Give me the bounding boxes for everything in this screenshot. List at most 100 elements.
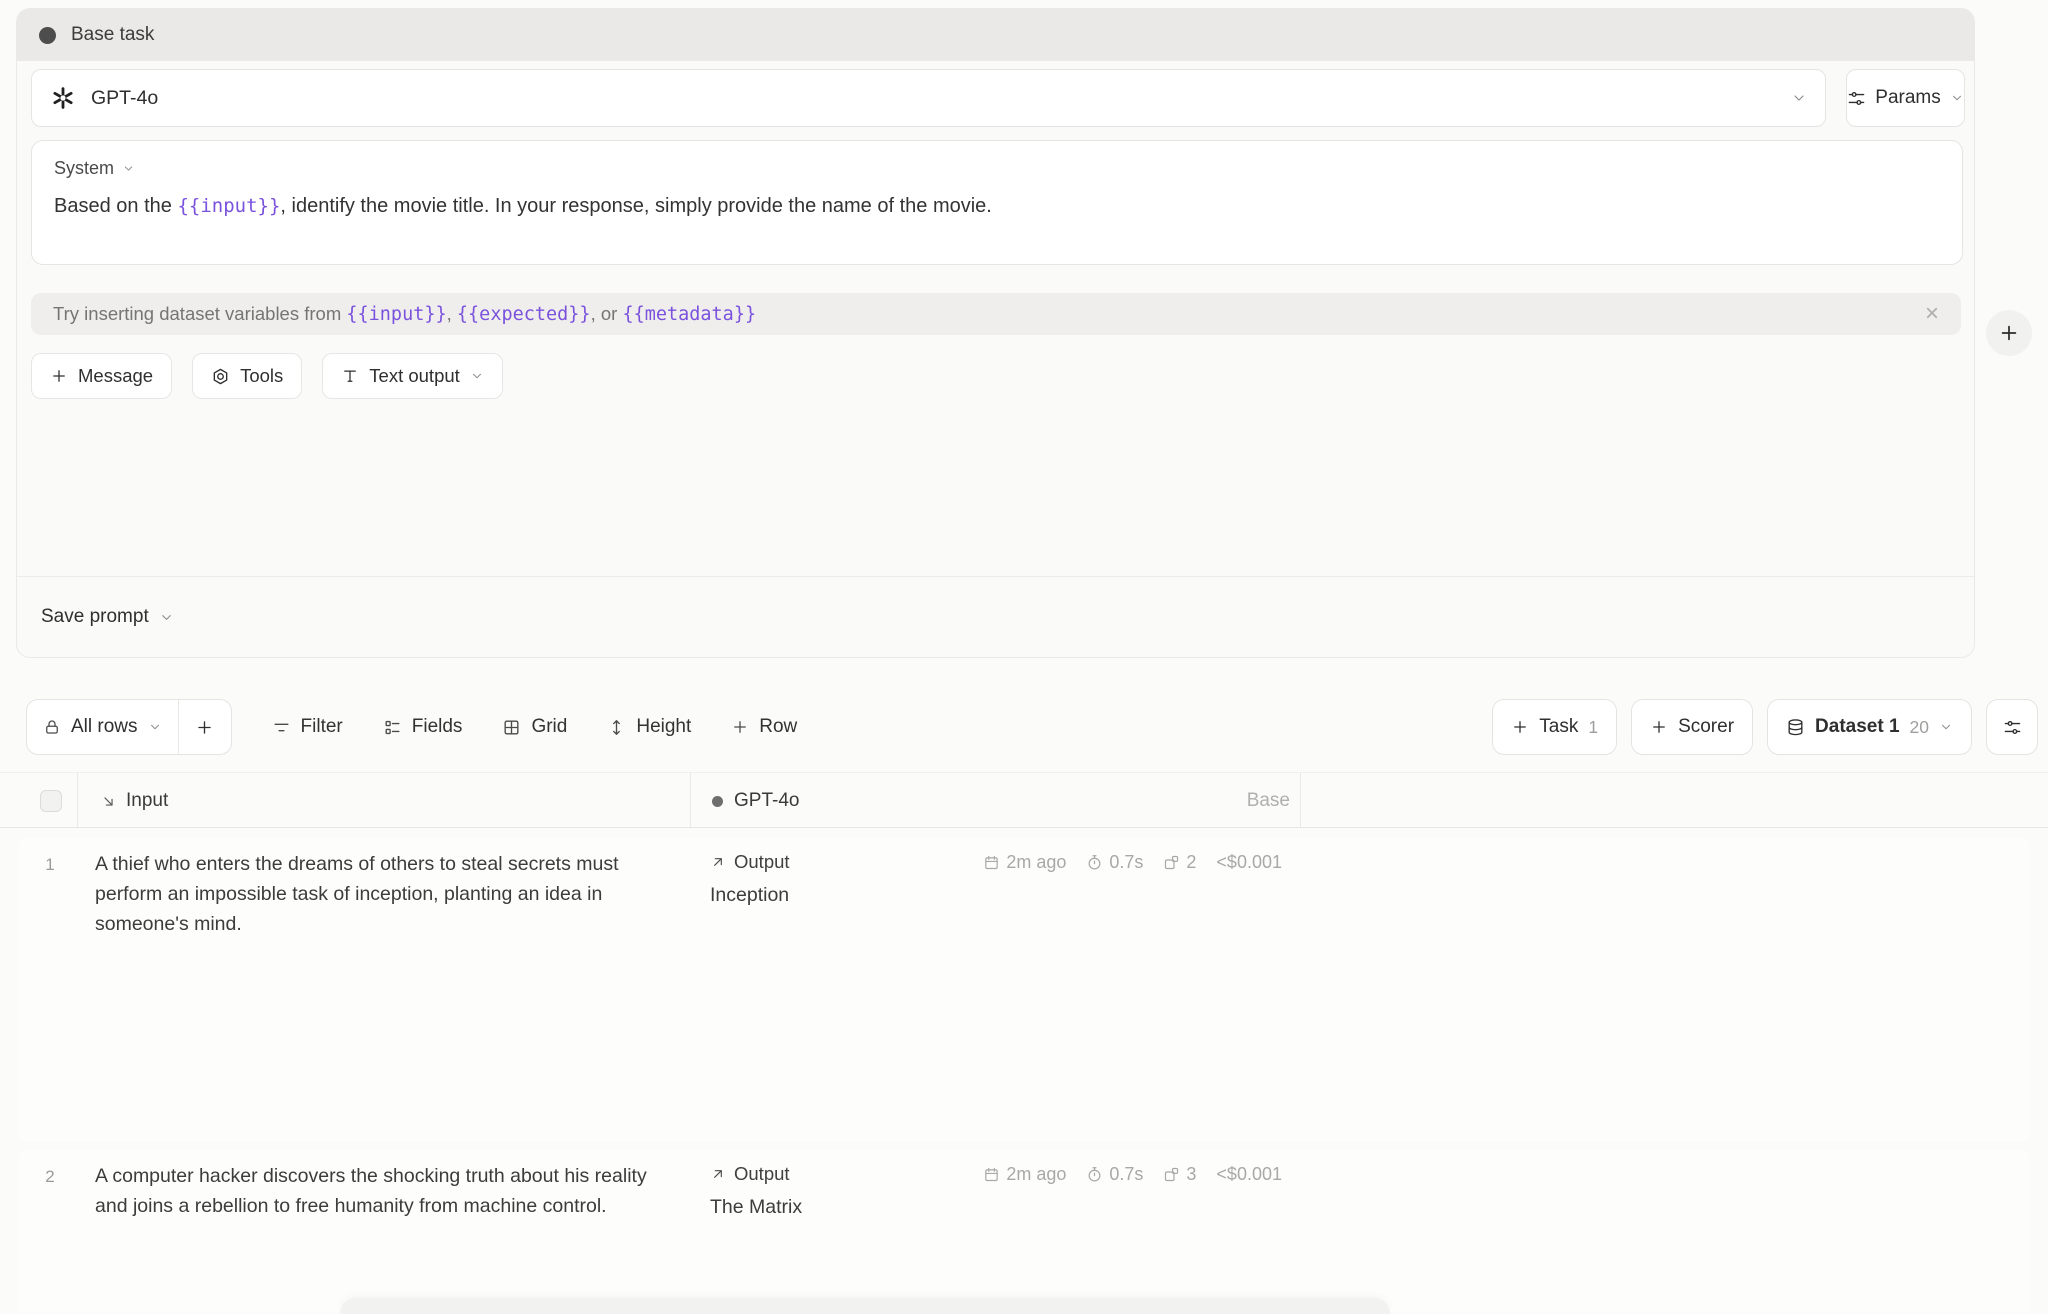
banner-text: Try inserting dataset variables from xyxy=(53,303,346,324)
model-name: GPT-4o xyxy=(91,87,158,110)
base-badge: Base xyxy=(1160,773,1290,829)
fields-button[interactable]: Fields xyxy=(383,716,463,738)
height-button[interactable]: Height xyxy=(607,716,691,738)
output-text: The Matrix xyxy=(710,1196,1282,1219)
grid-settings-button[interactable] xyxy=(1986,699,2038,755)
save-prompt-button[interactable]: Save prompt xyxy=(41,606,149,628)
table-row[interactable]: 1 A thief who enters the dreams of other… xyxy=(18,838,2030,1142)
filter-label: Filter xyxy=(301,716,343,738)
input-cell[interactable]: A thief who enters the dreams of others … xyxy=(95,849,680,939)
divider xyxy=(690,773,691,827)
height-label: Height xyxy=(636,716,691,738)
timestamp: 2m ago xyxy=(983,1164,1066,1185)
input-column-label: Input xyxy=(126,790,168,812)
prompt-variable: {{input}} xyxy=(177,195,280,217)
chevron-down-icon[interactable] xyxy=(159,610,174,625)
base-task-panel: Base task GPT-4o Params System xyxy=(16,8,1975,658)
database-icon xyxy=(1786,718,1805,737)
text-output-label: Text output xyxy=(369,365,460,387)
system-message-card[interactable]: System Based on the {{input}}, identify … xyxy=(31,140,1963,265)
grid-button[interactable]: Grid xyxy=(502,716,567,738)
tools-label: Tools xyxy=(240,365,283,387)
add-message-label: Message xyxy=(78,365,153,387)
row-number: 1 xyxy=(38,855,62,875)
output-cell[interactable]: Output 2m ago 0.7s 3 <$0.001 The Matrix xyxy=(710,1163,1282,1219)
fields-icon xyxy=(383,718,402,737)
column-header-model[interactable]: GPT-4o xyxy=(712,773,799,829)
output-label-group: Output xyxy=(710,851,790,873)
stopwatch-icon xyxy=(1086,1166,1103,1183)
chevron-down-icon xyxy=(1939,720,1953,734)
row-number: 2 xyxy=(38,1167,62,1187)
add-scorer-button[interactable]: Scorer xyxy=(1631,699,1753,755)
text-output-button[interactable]: Text output xyxy=(322,353,503,399)
tokens-icon xyxy=(1163,1166,1180,1183)
chevron-down-icon xyxy=(122,162,135,175)
run-meta: 2m ago 0.7s 2 <$0.001 xyxy=(983,852,1282,873)
dataset-select[interactable]: Dataset 1 20 xyxy=(1767,699,1972,755)
latency: 0.7s xyxy=(1086,1164,1143,1185)
save-prompt-row: Save prompt xyxy=(17,576,1974,657)
prompt-suffix: , identify the movie title. In your resp… xyxy=(280,195,991,217)
add-message-button[interactable]: Message xyxy=(31,353,172,399)
banner-sep: , or xyxy=(591,303,623,324)
banner-sep: , xyxy=(447,303,457,324)
add-view-button[interactable] xyxy=(179,700,231,754)
all-rows-select[interactable]: All rows xyxy=(27,700,178,754)
chevron-down-icon xyxy=(1791,90,1807,106)
column-header-input[interactable]: Input xyxy=(100,773,168,829)
latency: 0.7s xyxy=(1086,852,1143,873)
banner-var-expected: {{expected}} xyxy=(457,304,591,325)
table-row[interactable]: 2 A computer hacker discovers the shocki… xyxy=(18,1150,2030,1312)
task-count: 1 xyxy=(1588,717,1598,738)
arrow-down-right-icon xyxy=(100,793,117,810)
prompt-prefix: Based on the xyxy=(54,195,177,217)
toolbar-right: Task 1 Scorer Dataset 1 20 xyxy=(1492,699,2038,755)
add-task-column-button[interactable]: Task 1 xyxy=(1492,699,1617,755)
grid-toolbar: All rows Filter Fields Grid Height Row xyxy=(0,698,2048,756)
add-task-button[interactable] xyxy=(1986,310,2032,356)
calendar-icon xyxy=(983,1166,1000,1183)
token-count: 3 xyxy=(1163,1164,1196,1185)
output-text: Inception xyxy=(710,884,1282,907)
token-count: 2 xyxy=(1163,852,1196,873)
close-icon[interactable]: × xyxy=(1925,302,1939,326)
params-button[interactable]: Params xyxy=(1846,69,1965,127)
text-type-icon xyxy=(341,367,359,385)
message-role-select[interactable]: System xyxy=(54,158,135,179)
task-title: Base task xyxy=(71,24,154,46)
add-row-button[interactable]: Row xyxy=(731,716,797,738)
chevron-down-icon xyxy=(470,369,484,383)
task-label: Task xyxy=(1539,716,1578,738)
output-label: Output xyxy=(734,1163,790,1185)
params-label: Params xyxy=(1875,87,1940,109)
sliders-icon xyxy=(1847,89,1866,108)
banner-var-metadata: {{metadata}} xyxy=(622,304,756,325)
dataset-variables-banner: Try inserting dataset variables from {{i… xyxy=(31,293,1961,335)
model-column-label: GPT-4o xyxy=(734,790,799,812)
plus-icon xyxy=(195,718,214,737)
divider xyxy=(1300,773,1301,827)
prompt-text[interactable]: Based on the {{input}}, identify the mov… xyxy=(54,195,1940,218)
chevron-down-icon xyxy=(1950,91,1964,105)
output-label: Output xyxy=(734,851,790,873)
filter-button[interactable]: Filter xyxy=(272,716,343,738)
output-cell[interactable]: Output 2m ago 0.7s 2 <$0.001 Inception xyxy=(710,851,1282,907)
calendar-icon xyxy=(983,854,1000,871)
add-row-label: Row xyxy=(759,716,797,738)
output-label-group: Output xyxy=(710,1163,790,1185)
plus-icon xyxy=(731,718,749,736)
divider xyxy=(77,773,78,827)
select-all-checkbox[interactable] xyxy=(40,790,62,812)
input-cell[interactable]: A computer hacker discovers the shocking… xyxy=(95,1161,680,1221)
role-label: System xyxy=(54,158,114,179)
row-height-icon xyxy=(607,718,626,737)
plus-icon xyxy=(1998,322,2020,344)
tools-button[interactable]: Tools xyxy=(192,353,302,399)
scorer-label: Scorer xyxy=(1678,716,1734,738)
dataset-count: 20 xyxy=(1910,717,1929,738)
all-rows-label: All rows xyxy=(71,716,138,738)
plus-icon xyxy=(1650,718,1668,736)
rows-scope-control: All rows xyxy=(26,699,232,755)
model-select[interactable]: GPT-4o xyxy=(31,69,1826,127)
